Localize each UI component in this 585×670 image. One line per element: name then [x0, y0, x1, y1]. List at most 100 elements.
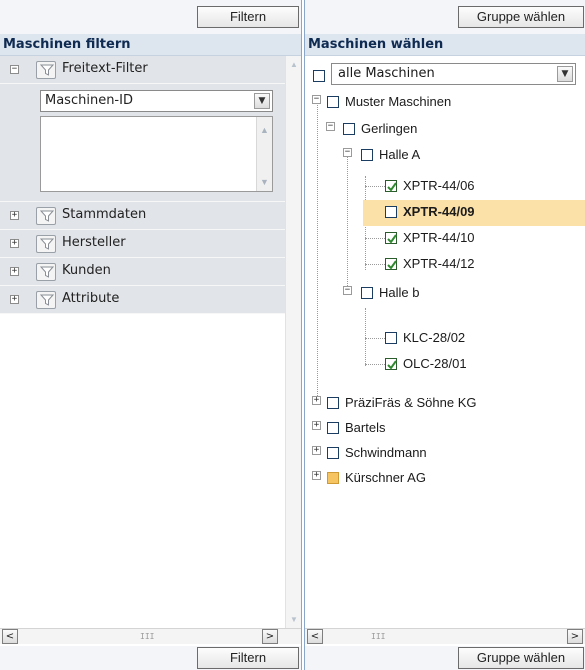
plus-icon[interactable]: +: [10, 211, 19, 220]
tree-node-halle-a[interactable]: Halle A: [361, 145, 461, 165]
scroll-thumb-grip[interactable]: III: [371, 632, 385, 641]
machine-scope-select[interactable]: alle Maschinen ▼: [331, 63, 576, 85]
tree-node-label: PräziFräs & Söhne KG: [345, 395, 477, 410]
tree-line: [365, 364, 385, 365]
filter-toolbar-top: Filtern: [0, 0, 301, 34]
tree-node-klc-28-02[interactable]: KLC-28/02: [385, 328, 495, 348]
check-icon: [387, 360, 397, 370]
minus-icon[interactable]: −: [343, 148, 352, 157]
tree-node-checkbox[interactable]: [385, 206, 397, 218]
tree-node-bartels[interactable]: Bartels: [327, 418, 427, 438]
scroll-up-icon[interactable]: ▲: [260, 125, 269, 135]
filter-button-bottom[interactable]: Filtern: [197, 647, 299, 669]
tree-node-checkbox[interactable]: [361, 149, 373, 161]
tree-node-label: Halle A: [379, 147, 421, 162]
filter-button-top[interactable]: Filtern: [197, 6, 299, 28]
plus-icon[interactable]: +: [312, 396, 321, 405]
tree-node-checkbox[interactable]: [327, 447, 339, 459]
tree-line: [365, 308, 366, 366]
select-toolbar-top: Gruppe wählen: [305, 0, 585, 34]
filter-group-label: Attribute: [62, 291, 120, 306]
tree-node-checkbox[interactable]: [385, 332, 397, 344]
tree-node-checkbox[interactable]: [385, 258, 397, 270]
minus-icon[interactable]: −: [343, 286, 352, 295]
minus-icon[interactable]: −: [312, 95, 321, 104]
tree-node-checkbox[interactable]: [385, 180, 397, 192]
tree-line: [317, 100, 318, 396]
freitext-input[interactable]: ▲ ▼: [40, 116, 273, 192]
tree-node-gerlingen[interactable]: Gerlingen: [343, 119, 463, 139]
tree-node-checkbox[interactable]: [327, 96, 339, 108]
filter-horizontal-scrollbar[interactable]: < III >: [0, 628, 301, 644]
scroll-down-icon[interactable]: ▼: [260, 177, 269, 187]
tree-line: [365, 186, 385, 187]
scroll-left-icon[interactable]: <: [2, 629, 18, 644]
filter-panel-title: Maschinen filtern: [0, 34, 301, 56]
filter-group-kunden[interactable]: + Kunden: [0, 258, 301, 286]
machine-scope-value: alle Maschinen: [338, 66, 435, 81]
tree-node-kuerschner-ag[interactable]: Kürschner AG: [327, 468, 457, 488]
tree-node-checkbox[interactable]: [327, 472, 339, 484]
minus-icon[interactable]: −: [10, 65, 19, 74]
tree-horizontal-scrollbar[interactable]: < III >: [305, 628, 585, 644]
tree-node-label: Muster Maschinen: [345, 94, 452, 109]
freitext-filter-body: Maschinen-ID ▼ ▲ ▼: [0, 84, 301, 202]
scroll-down-icon[interactable]: ▼: [290, 615, 298, 624]
scroll-thumb-grip[interactable]: III: [140, 632, 154, 641]
tree-node-muster-maschinen[interactable]: Muster Maschinen: [327, 92, 507, 112]
tree-node-label: Bartels: [345, 420, 386, 435]
tree-node-label: OLC-28/01: [403, 356, 467, 371]
textarea-scrollbar[interactable]: ▲ ▼: [256, 117, 272, 191]
freitext-field-value: Maschinen-ID: [45, 93, 133, 108]
choose-group-button-top[interactable]: Gruppe wählen: [458, 6, 584, 28]
tree-node-xptr-44-10[interactable]: XPTR-44/10: [385, 228, 495, 248]
chevron-down-icon[interactable]: ▼: [557, 66, 573, 82]
filter-group-attribute[interactable]: + Attribute: [0, 286, 301, 314]
minus-icon[interactable]: −: [326, 122, 335, 131]
scroll-left-icon[interactable]: <: [307, 629, 323, 644]
scroll-up-icon[interactable]: ▲: [290, 60, 298, 69]
plus-icon[interactable]: +: [10, 295, 19, 304]
plus-icon[interactable]: +: [312, 446, 321, 455]
tree-line: [365, 264, 385, 265]
choose-group-button-bottom[interactable]: Gruppe wählen: [458, 647, 584, 669]
tree-node-label: Schwindmann: [345, 445, 427, 460]
tree-node-label: XPTR-44/10: [403, 230, 475, 245]
filter-toolbar-bottom: Filtern: [0, 646, 301, 670]
filter-group-header-freitext[interactable]: − Freitext-Filter: [0, 56, 301, 84]
filter-vertical-scrollbar[interactable]: ▲ ▼: [285, 56, 301, 628]
tree-node-checkbox[interactable]: [361, 287, 373, 299]
chevron-down-icon[interactable]: ▼: [254, 93, 270, 109]
check-icon: [387, 182, 397, 192]
tree-node-xptr-44-09[interactable]: XPTR-44/09: [385, 202, 505, 222]
filter-group-label: Kunden: [62, 263, 111, 278]
tree-node-halle-b[interactable]: Halle b: [361, 283, 461, 303]
tree-node-praezifraes[interactable]: PräziFräs & Söhne KG: [327, 393, 537, 413]
scroll-right-icon[interactable]: >: [262, 629, 278, 644]
tree-node-label: XPTR-44/06: [403, 178, 475, 193]
tree-node-checkbox[interactable]: [327, 422, 339, 434]
tree-node-checkbox[interactable]: [385, 358, 397, 370]
plus-icon[interactable]: +: [10, 239, 19, 248]
tree-node-label: KLC-28/02: [403, 330, 466, 345]
filter-group-hersteller[interactable]: + Hersteller: [0, 230, 301, 258]
plus-icon[interactable]: +: [10, 267, 19, 276]
tree-node-checkbox[interactable]: [327, 397, 339, 409]
plus-icon[interactable]: +: [312, 471, 321, 480]
tree-node-checkbox[interactable]: [343, 123, 355, 135]
filter-group-freitext: − Freitext-Filter Maschinen-ID ▼ ▲ ▼: [0, 56, 301, 202]
plus-icon[interactable]: +: [312, 421, 321, 430]
scroll-right-icon[interactable]: >: [567, 629, 583, 644]
tree-node-olc-28-01[interactable]: OLC-28/01: [385, 354, 495, 374]
tree-node-xptr-44-12[interactable]: XPTR-44/12: [385, 254, 495, 274]
funnel-icon: [36, 291, 56, 309]
tree-node-checkbox[interactable]: [385, 232, 397, 244]
freitext-field-select[interactable]: Maschinen-ID ▼: [40, 90, 273, 112]
filter-panel: Filtern Maschinen filtern − Freitext-Fil…: [0, 0, 302, 670]
tree-node-xptr-44-06[interactable]: XPTR-44/06: [385, 176, 495, 196]
funnel-icon: [36, 263, 56, 281]
select-all-checkbox[interactable]: [313, 70, 325, 82]
tree-line: [365, 338, 385, 339]
tree-node-schwindmann[interactable]: Schwindmann: [327, 443, 457, 463]
filter-group-stammdaten[interactable]: + Stammdaten: [0, 202, 301, 230]
